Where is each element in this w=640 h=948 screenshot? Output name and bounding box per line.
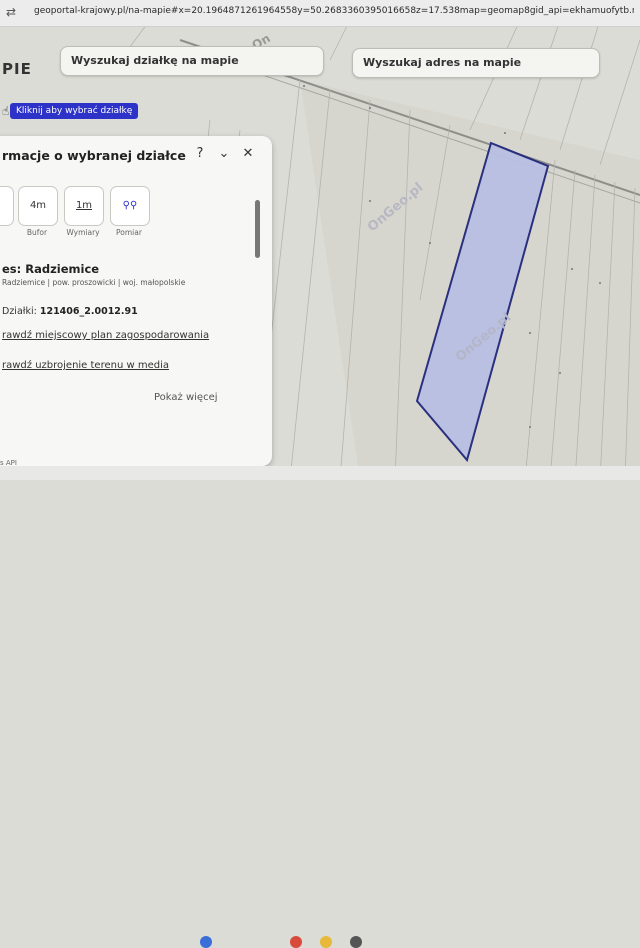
mouse-cursor-icon: ☝ [2,104,10,118]
taskbar-app-icon[interactable] [350,936,362,948]
panel-title: rmacje o wybranej działce [2,148,186,163]
help-icon[interactable]: ? [192,146,208,162]
plot-info-panel: rmacje o wybranej działce ? ⌄ ✕ x ort 4m… [0,136,272,466]
show-more-button[interactable]: Pokaż więcej [154,392,218,403]
tool-label-measure: Pomiar [116,228,142,237]
tool-button-export[interactable]: x [0,186,14,226]
tool-button-buffer[interactable]: 4m [18,186,58,226]
tool-button-dimensions[interactable]: 1m [64,186,104,226]
taskbar-app-icon[interactable] [320,936,332,948]
chevron-down-icon[interactable]: ⌄ [216,146,232,162]
taskbar [0,466,640,948]
parcel-id-label: Działki: [2,306,37,317]
url-text[interactable]: geoportal-krajowy.pl/na-mapie#x=20.19648… [34,6,634,16]
tool-button-measure[interactable]: ⚲⚲ [110,186,150,226]
tool-label-buffer: Bufor [26,228,48,237]
place-name: es: Radziemice [2,262,100,276]
parcel-id-value: 121406_2.0012.91 [39,306,138,317]
utilities-link[interactable]: rawdź uzbrojenie terenu w media [2,360,169,371]
browser-address-bar[interactable]: ⇄ geoportal-krajowy.pl/na-mapie#x=20.196… [0,0,640,27]
taskbar-app-icon[interactable] [200,936,212,948]
site-info-icon[interactable]: ⇄ [6,5,20,19]
parcel-id-row: Działki: 121406_2.0012.91 [2,306,138,317]
page-title-fragment: PIE [2,60,32,78]
tool-icon-dimensions: 1m [75,200,93,211]
close-icon[interactable]: ✕ [240,146,256,162]
select-plot-hint: Kliknij aby wybrać działkę [10,103,139,119]
measure-icon: ⚲⚲ [122,200,138,211]
search-address-button[interactable]: Wyszukaj adres na mapie [352,48,600,78]
local-plan-link[interactable]: rawdź miejscowy plan zagospodarowania [2,330,209,341]
tool-icon-buffer: 4m [29,200,47,211]
panel-scrollbar[interactable] [255,200,260,258]
tool-label-dimensions: Wymiary [66,228,100,237]
place-admin-units: Radziemice | pow. proszowicki | woj. mał… [2,278,186,287]
search-plot-button[interactable]: Wyszukaj działkę na mapie [60,46,324,76]
browser-icon[interactable] [290,936,302,948]
